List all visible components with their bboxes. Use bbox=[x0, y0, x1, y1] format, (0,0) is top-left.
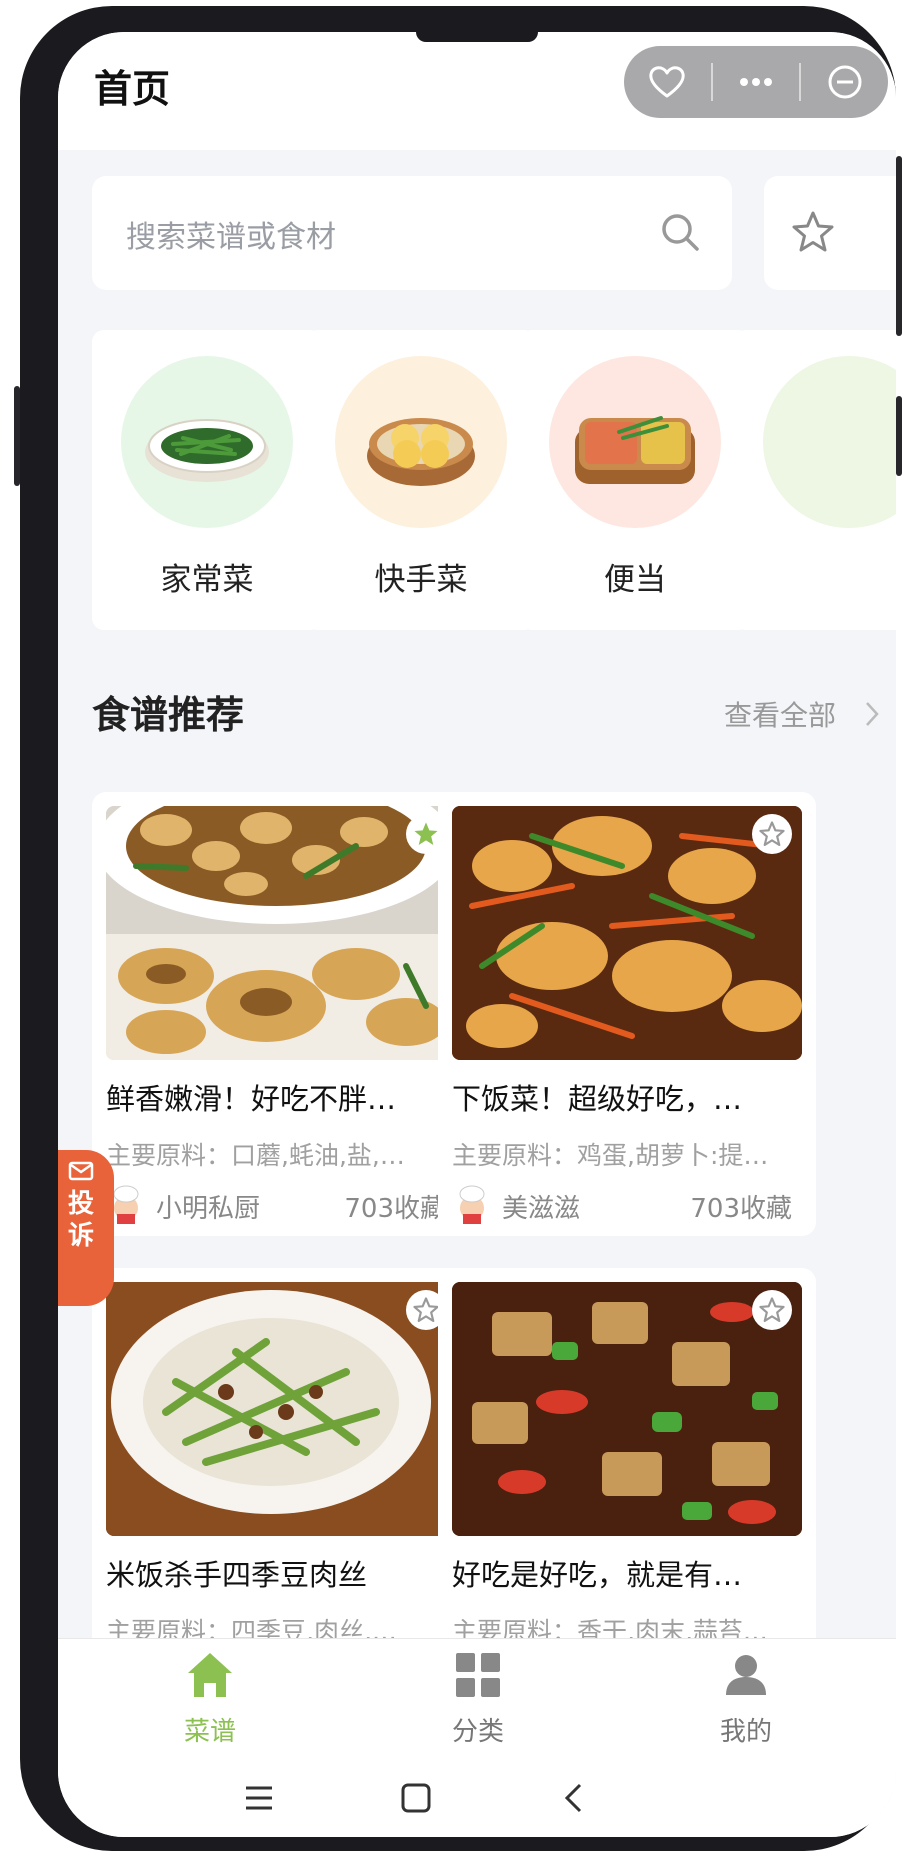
tab-categories[interactable]: 分类 bbox=[388, 1639, 568, 1763]
recipe-image bbox=[452, 1282, 802, 1536]
recipe-favorites: 703收藏 bbox=[690, 1194, 792, 1224]
home-icon bbox=[188, 1653, 232, 1697]
recipe-image bbox=[452, 806, 802, 1060]
recipe-card[interactable]: 下饭菜！超级好吃，… 主要原料：鸡蛋,胡萝卜:提… 美滋滋 703收藏 bbox=[438, 792, 816, 1236]
mini-program-capsule bbox=[624, 46, 888, 118]
category-image-home bbox=[121, 356, 293, 528]
star-icon bbox=[792, 211, 834, 252]
recipe-card[interactable]: 米饭杀手四季豆肉丝 主要原料：四季豆,肉丝,… bbox=[92, 1268, 470, 1688]
chef-avatar-icon bbox=[459, 1185, 485, 1224]
recipe-favorites: 703收藏 bbox=[344, 1194, 446, 1224]
recipe-title: 好吃是好吃，就是有… bbox=[452, 1558, 743, 1592]
category-label: 快手菜 bbox=[374, 562, 468, 598]
tab-profile[interactable]: 我的 bbox=[656, 1639, 836, 1763]
recipe-author: 美滋滋 bbox=[502, 1194, 581, 1224]
recipe-title: 米饭杀手四季豆肉丝 bbox=[106, 1558, 368, 1592]
mail-icon bbox=[68, 1161, 94, 1181]
category-card-quick[interactable]: 快手菜 bbox=[306, 330, 536, 630]
grid-icon bbox=[456, 1653, 500, 1697]
recipe-card[interactable]: 鲜香嫩滑！好吃不胖… 主要原料：口蘑,蚝油,盐,… 小明私厨 703收藏 bbox=[92, 792, 470, 1236]
category-card-partial[interactable] bbox=[734, 330, 896, 630]
side-button-top bbox=[896, 156, 902, 336]
complaint-char: 投 bbox=[68, 1189, 95, 1219]
search-icon[interactable] bbox=[660, 212, 700, 256]
category-label: 便当 bbox=[604, 562, 666, 598]
chevron-right-icon[interactable] bbox=[864, 700, 880, 728]
recipe-title: 下饭菜！超级好吃，… bbox=[452, 1082, 743, 1116]
menu-icon[interactable] bbox=[244, 1784, 274, 1812]
tab-label: 我的 bbox=[719, 1717, 772, 1747]
category-image-quick bbox=[335, 356, 507, 528]
section-title: 食谱推荐 bbox=[92, 693, 245, 737]
star-outline-icon bbox=[759, 1297, 785, 1323]
close-circle-icon[interactable] bbox=[801, 46, 888, 118]
category-card-bento[interactable]: 便当 bbox=[520, 330, 750, 630]
page-title: 首页 bbox=[94, 67, 171, 111]
tab-label: 分类 bbox=[451, 1717, 504, 1747]
system-navigation-bar bbox=[58, 1762, 896, 1837]
volume-button bbox=[14, 386, 20, 486]
category-label: 家常菜 bbox=[160, 562, 254, 598]
complaint-button[interactable]: 投 诉 bbox=[58, 1150, 114, 1306]
recipe-ingredients: 主要原料：口蘑,蚝油,盐,… bbox=[106, 1141, 405, 1170]
recipe-title: 鲜香嫩滑！好吃不胖… bbox=[106, 1082, 397, 1116]
power-button bbox=[896, 396, 902, 476]
search-bar[interactable]: 搜索菜谱或食材 bbox=[92, 176, 732, 290]
more-icon[interactable] bbox=[713, 46, 800, 118]
star-outline-icon bbox=[759, 821, 785, 847]
tab-recipes[interactable]: 菜谱 bbox=[120, 1639, 300, 1763]
recipe-author: 小明私厨 bbox=[156, 1194, 261, 1224]
category-row: 家常菜 快手菜 便当 bbox=[92, 330, 896, 630]
complaint-char: 诉 bbox=[68, 1221, 95, 1251]
header-bar: 首页 bbox=[58, 32, 896, 150]
back-icon[interactable] bbox=[562, 1782, 584, 1814]
bottom-tab-bar: 菜谱 分类 我的 bbox=[58, 1638, 896, 1762]
recipe-card[interactable]: 好吃是好吃，就是有… 主要原料：香干,肉末,蒜苔… bbox=[438, 1268, 816, 1688]
recipe-image bbox=[106, 1282, 456, 1536]
favorite-toggle[interactable] bbox=[752, 814, 792, 854]
recipe-ingredients: 主要原料：鸡蛋,胡萝卜:提… bbox=[452, 1141, 769, 1170]
recipe-image bbox=[106, 806, 456, 1060]
favorite-toggle[interactable] bbox=[752, 1290, 792, 1330]
star-filled-icon bbox=[414, 822, 438, 845]
view-all-link[interactable]: 查看全部 bbox=[724, 694, 836, 734]
screen: 首页 搜索菜谱或食材 家常菜 快手菜 便当 食谱推荐 查看全部 鲜香嫩滑！好吃不… bbox=[58, 32, 896, 1837]
favorites-button[interactable] bbox=[764, 176, 896, 290]
heart-icon[interactable] bbox=[624, 46, 711, 118]
notch bbox=[416, 32, 538, 42]
tab-label: 菜谱 bbox=[183, 1717, 236, 1747]
category-image-partial bbox=[763, 356, 896, 528]
star-outline-icon bbox=[413, 1297, 439, 1323]
home-square-icon[interactable] bbox=[400, 1782, 432, 1814]
search-placeholder: 搜索菜谱或食材 bbox=[126, 220, 336, 255]
user-icon bbox=[726, 1655, 766, 1695]
category-card-home[interactable]: 家常菜 bbox=[92, 330, 322, 630]
category-image-bento bbox=[549, 356, 721, 528]
phone-frame: 首页 搜索菜谱或食材 家常菜 快手菜 便当 食谱推荐 查看全部 鲜香嫩滑！好吃不… bbox=[14, 6, 902, 1851]
